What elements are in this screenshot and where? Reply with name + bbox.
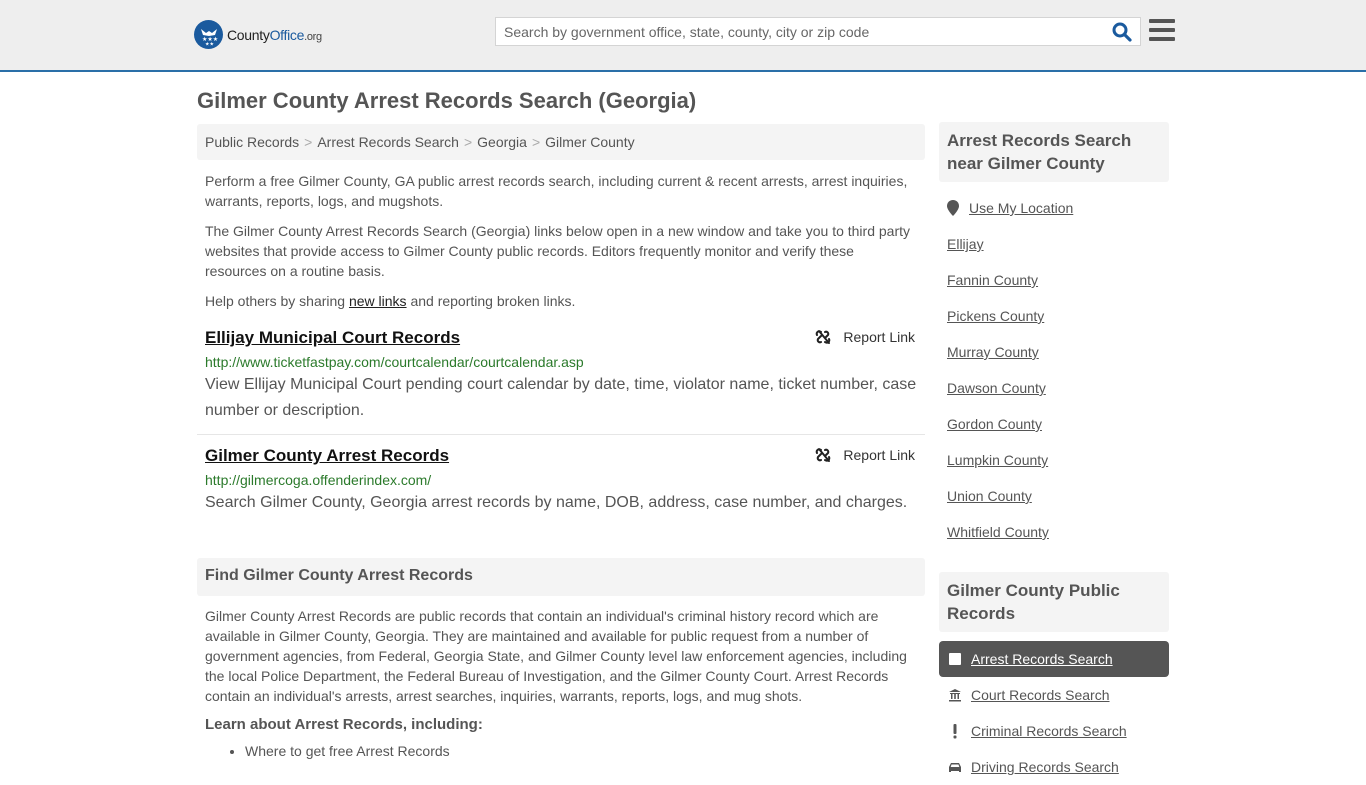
result-url[interactable]: http://gilmercoga.offenderindex.com/ xyxy=(205,470,917,490)
logo-text: CountyOffice.org xyxy=(227,26,322,43)
breadcrumb-current: Gilmer County xyxy=(545,134,635,150)
breadcrumb: Public Records > Arrest Records Search > Geo… xyxy=(197,124,925,160)
result-item: Ellijay Municipal Court Records Report L… xyxy=(197,327,925,435)
search-icon xyxy=(1112,22,1132,42)
nearby-link-murray-county[interactable]: Murray County xyxy=(939,334,1169,370)
nearby-link-dawson-county[interactable]: Dawson County xyxy=(939,370,1169,406)
report-link-button[interactable]: Report Link xyxy=(815,447,915,463)
nearby-link-gordon-county[interactable]: Gordon County xyxy=(939,406,1169,442)
nearby-link-lumpkin-county[interactable]: Lumpkin County xyxy=(939,442,1169,478)
site-logo[interactable]: ★★★ ★★ CountyOffice.org xyxy=(194,20,322,49)
menu-icon-bar xyxy=(1149,37,1175,41)
logo-eagle-icon: ★★★ ★★ xyxy=(194,20,223,49)
nearby-link-fannin-county[interactable]: Fannin County xyxy=(939,262,1169,298)
sidebar-item-driving-records-search[interactable]: Driving Records Search xyxy=(939,749,1169,785)
new-links-link[interactable]: new links xyxy=(349,293,407,309)
breadcrumb-separator: > xyxy=(304,134,313,150)
result-description: View Ellijay Municipal Court pending cou… xyxy=(205,376,917,419)
sidebar-item-arrest-records-search[interactable]: Arrest Records Search xyxy=(939,641,1169,677)
nearby-link-whitfield-county[interactable]: Whitfield County xyxy=(939,514,1169,550)
intro: Perform a free Gilmer County, GA public … xyxy=(197,171,925,311)
nearby-list: Use My Location Ellijay Fannin County Pi… xyxy=(939,190,1169,550)
breadcrumb-georgia[interactable]: Georgia xyxy=(477,134,527,150)
public-records-list: Arrest Records Search Court Records Sear… xyxy=(939,641,1169,785)
broken-link-icon xyxy=(816,330,831,344)
sidebar-item-label[interactable]: Arrest Records Search xyxy=(971,651,1113,667)
sidebar-item-criminal-records-search[interactable]: Criminal Records Search xyxy=(939,713,1169,749)
courthouse-icon xyxy=(947,687,963,703)
breadcrumb-separator: > xyxy=(463,134,473,150)
menu-icon-bar xyxy=(1149,28,1175,32)
result-url[interactable]: http://www.ticketfastpay.com/courtcalend… xyxy=(205,352,917,372)
breadcrumb-public-records[interactable]: Public Records xyxy=(205,134,299,150)
sidebar-public-records: Gilmer County Public Records Arrest Reco… xyxy=(939,572,1169,785)
nearby-link-ellijay[interactable]: Ellijay xyxy=(939,226,1169,262)
use-my-location-link[interactable]: Use My Location xyxy=(939,190,1169,226)
sidebar-nearby: Arrest Records Search near Gilmer County… xyxy=(939,122,1169,550)
result-item: Gilmer County Arrest Records Report Link… xyxy=(197,445,925,516)
nearby-link-union-county[interactable]: Union County xyxy=(939,478,1169,514)
main-content: Public Records > Arrest Records Search > Geo… xyxy=(197,124,925,761)
sidebar-item-court-records-search[interactable]: Court Records Search xyxy=(939,677,1169,713)
sidebar-item-label[interactable]: Driving Records Search xyxy=(971,759,1119,775)
car-icon xyxy=(947,759,963,775)
svg-text:★★: ★★ xyxy=(205,41,214,46)
sidebar-nearby-heading: Arrest Records Search near Gilmer County xyxy=(939,122,1169,182)
learn-list-item[interactable]: Where to get free Arrest Records xyxy=(245,741,925,761)
page-title: Gilmer County Arrest Records Search (Geo… xyxy=(197,88,697,113)
hamburger-menu-button[interactable] xyxy=(1149,19,1175,43)
intro-paragraph: The Gilmer County Arrest Records Search … xyxy=(205,223,911,279)
find-section-heading: Find Gilmer County Arrest Records xyxy=(197,558,925,596)
result-title-link[interactable]: Gilmer County Arrest Records xyxy=(205,445,449,467)
sidebar-item-label[interactable]: Court Records Search xyxy=(971,687,1110,703)
sidebar-item-label[interactable]: Criminal Records Search xyxy=(971,723,1127,739)
broken-link-icon xyxy=(816,448,831,462)
search-input[interactable] xyxy=(496,18,1096,45)
nearby-link-pickens-county[interactable]: Pickens County xyxy=(939,298,1169,334)
search-button[interactable] xyxy=(1112,22,1134,42)
breadcrumb-arrest-records-search[interactable]: Arrest Records Search xyxy=(317,134,459,150)
share-paragraph: Help others by sharing new links and rep… xyxy=(205,293,576,309)
search-box xyxy=(495,17,1141,46)
sidebar-public-records-heading: Gilmer County Public Records xyxy=(939,572,1169,632)
find-section-body: Gilmer County Arrest Records are public … xyxy=(205,608,907,704)
learn-list: Where to get free Arrest Records xyxy=(197,741,925,761)
site-header: ★★★ ★★ CountyOffice.org xyxy=(0,0,1366,72)
square-icon xyxy=(947,651,963,667)
breadcrumb-separator: > xyxy=(531,134,541,150)
report-link-button[interactable]: Report Link xyxy=(815,329,915,345)
menu-icon-bar xyxy=(1149,19,1175,23)
learn-heading: Learn about Arrest Records, including: xyxy=(205,716,483,733)
intro-paragraph: Perform a free Gilmer County, GA public … xyxy=(205,173,908,209)
result-description: Search Gilmer County, Georgia arrest rec… xyxy=(205,494,908,511)
map-marker-icon xyxy=(947,200,959,216)
exclamation-icon xyxy=(947,723,963,739)
result-title-link[interactable]: Ellijay Municipal Court Records xyxy=(205,327,460,349)
